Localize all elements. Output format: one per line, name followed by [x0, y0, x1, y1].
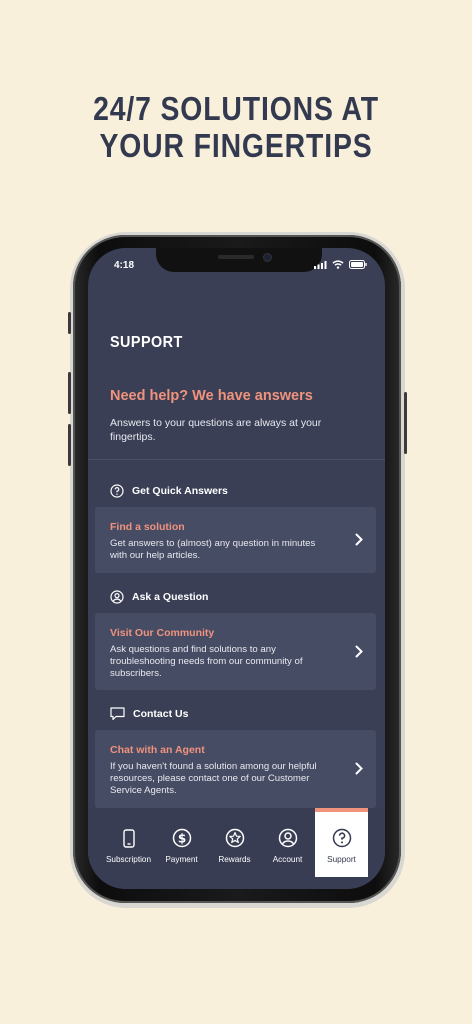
tab-label: Subscription: [105, 855, 152, 864]
speaker: [218, 255, 254, 259]
phone-icon: [122, 828, 135, 848]
star-circle-icon: [225, 828, 244, 848]
phone-volume-down: [68, 424, 71, 466]
divider: [88, 459, 385, 460]
tab-account[interactable]: Account: [261, 808, 314, 877]
signal-icon: [314, 260, 327, 269]
phone-screen: 4:18 SUPPORT Need help? We have answers …: [88, 248, 385, 889]
question-circle-icon: [110, 484, 124, 498]
chat-bubble-icon: [110, 707, 125, 721]
user-circle-icon: [278, 828, 297, 848]
tab-payment[interactable]: $ Payment: [155, 808, 208, 877]
notch: [156, 248, 322, 272]
section-heading-ask-question: Ask a Question: [110, 590, 208, 604]
section-heading-label: Ask a Question: [132, 591, 209, 603]
tab-rewards[interactable]: Rewards: [208, 808, 261, 877]
headline-line-1: 24/7 SOLUTIONS AT: [93, 90, 379, 127]
tab-label: Account: [272, 855, 303, 864]
user-circle-icon: [110, 590, 124, 604]
dollar-circle-icon: $: [172, 828, 191, 848]
section-heading-label: Get Quick Answers: [132, 485, 228, 497]
wifi-icon: [332, 260, 344, 269]
phone-side-button: [68, 312, 71, 334]
card-title: Visit Our Community: [110, 627, 215, 639]
card-body: Ask questions and find solutions to any …: [110, 644, 303, 679]
question-circle-icon: [332, 828, 351, 848]
section-heading-contact-us: Contact Us: [110, 707, 188, 721]
phone-volume-up: [68, 372, 71, 414]
battery-icon: [349, 260, 367, 269]
section-heading-label: Contact Us: [133, 708, 189, 720]
page-title: SUPPORT: [110, 334, 183, 351]
card-find-solution[interactable]: Find a solution Get answers to (almost) …: [95, 507, 376, 573]
card-body: Get answers to (almost) any question in …: [110, 538, 316, 561]
card-title: Chat with an Agent: [110, 744, 205, 756]
status-time: 4:18: [114, 260, 135, 271]
front-camera: [263, 253, 272, 262]
tab-label: Payment: [165, 855, 198, 864]
hero-title: Need help? We have answers: [110, 388, 313, 404]
card-visit-community[interactable]: Visit Our Community Ask questions and fi…: [95, 613, 376, 690]
card-chat-agent[interactable]: Chat with an Agent If you haven't found …: [95, 730, 376, 808]
promo-headline: 24/7 SOLUTIONS AT YOUR FINGERTIPS: [33, 90, 439, 164]
chevron-right-icon: [355, 645, 363, 658]
svg-text:$: $: [177, 832, 185, 846]
status-icons: [314, 260, 367, 269]
card-body: If you haven't found a solution among ou…: [110, 761, 317, 796]
tab-subscription[interactable]: Subscription: [102, 808, 155, 877]
hero-subtitle: Answers to your questions are always at …: [110, 417, 322, 443]
headline-line-2: YOUR FINGERTIPS: [99, 127, 373, 164]
tab-support[interactable]: Support: [315, 808, 368, 877]
chevron-right-icon: [355, 533, 363, 546]
phone-power-button: [404, 392, 407, 454]
chevron-right-icon: [355, 762, 363, 775]
card-title: Find a solution: [110, 521, 185, 533]
section-heading-quick-answers: Get Quick Answers: [110, 484, 228, 498]
tab-label: Support: [327, 855, 356, 864]
bottom-tab-bar: Subscription $ Payment Rewards Account S…: [88, 808, 385, 889]
tab-label: Rewards: [218, 855, 251, 864]
